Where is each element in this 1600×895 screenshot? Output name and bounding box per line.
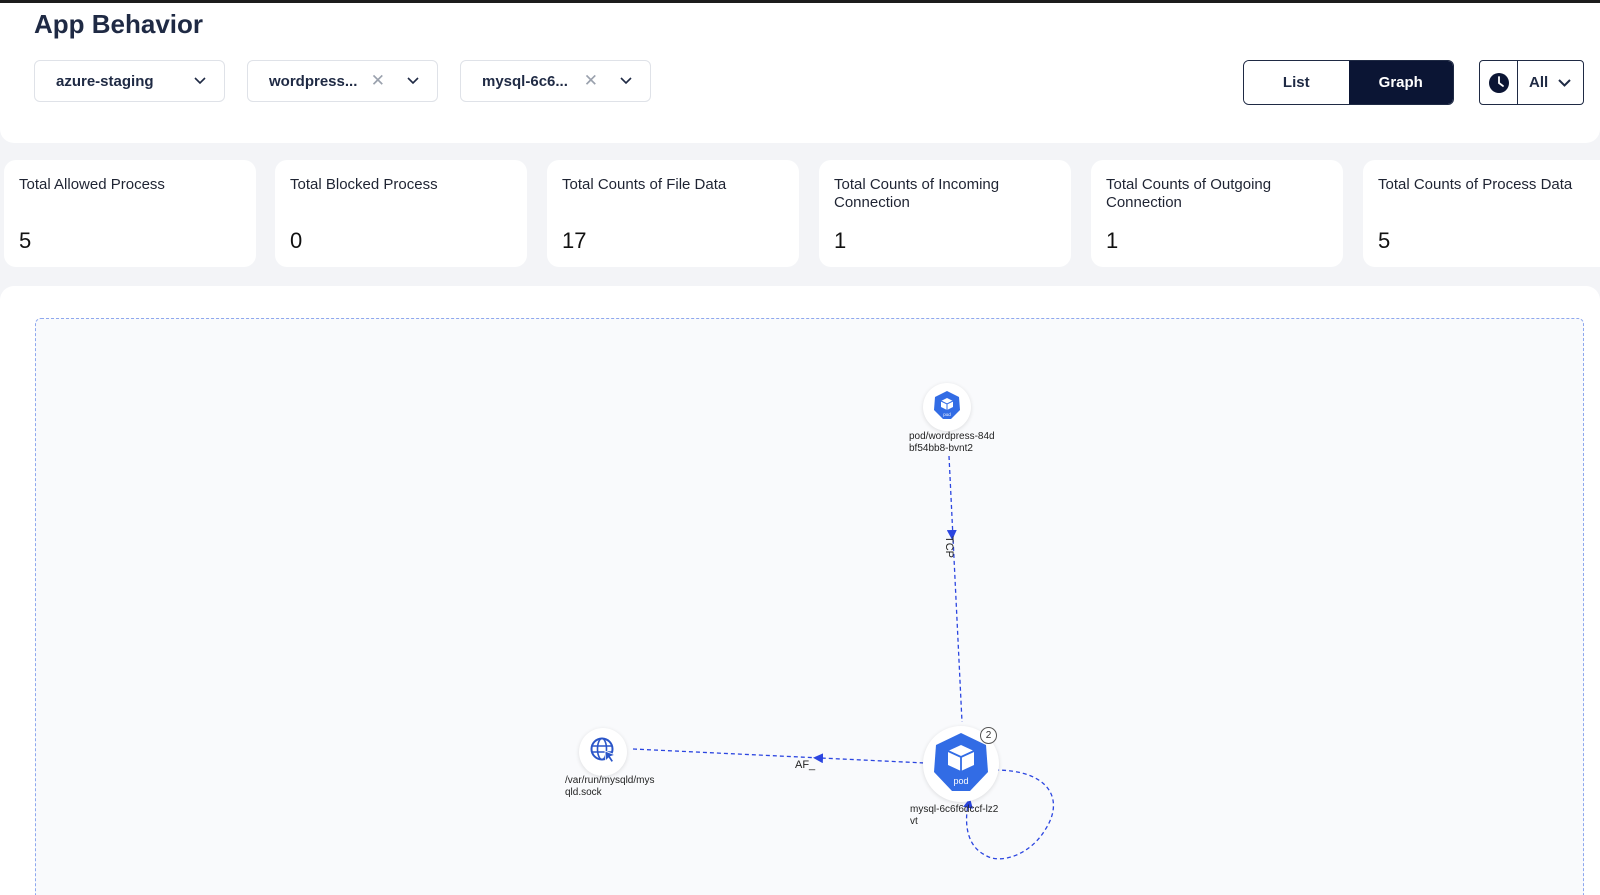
edge-tcp-arrow bbox=[946, 529, 957, 540]
node-wordpress-pod[interactable]: pod bbox=[923, 383, 971, 431]
edge-label-af: AF_ bbox=[795, 759, 816, 771]
edge-af bbox=[632, 748, 926, 764]
node-label-socket: /var/run/mysqld/mys qld.sock bbox=[565, 775, 655, 798]
node-badge: pod bbox=[953, 776, 968, 786]
node-badge: pod bbox=[943, 412, 951, 417]
kubernetes-pod-icon: pod bbox=[932, 390, 962, 425]
edge-label-tcp: TCP bbox=[943, 536, 955, 558]
node-label-wordpress: pod/wordpress-84d bf54bb8-bvnt2 bbox=[909, 431, 995, 454]
node-label-mysql: mysql-6c6f6dccf-lz2 vt bbox=[910, 804, 999, 827]
node-socket-file[interactable] bbox=[579, 728, 627, 776]
edge-tcp bbox=[948, 455, 963, 723]
globe-cursor-icon bbox=[589, 736, 617, 769]
node-count-badge: 2 bbox=[980, 727, 997, 744]
